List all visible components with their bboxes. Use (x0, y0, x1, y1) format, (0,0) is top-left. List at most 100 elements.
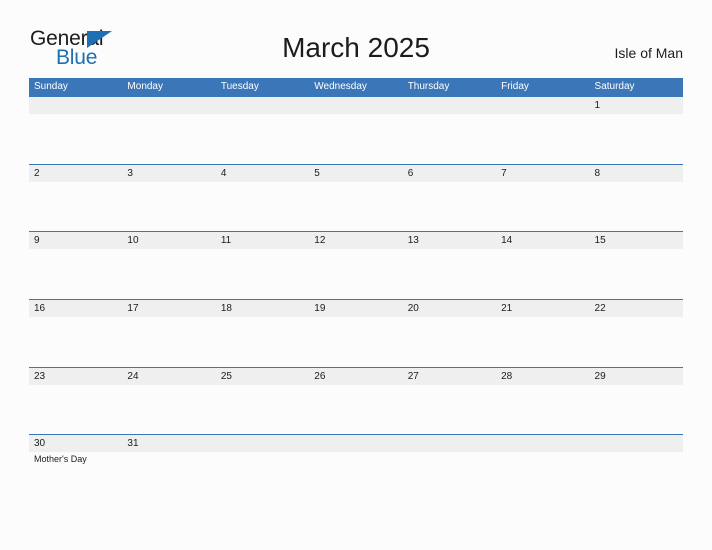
day-cell[interactable] (216, 97, 309, 164)
day-cell[interactable]: 9 (29, 232, 122, 299)
day-cell[interactable]: 2 (29, 165, 122, 232)
day-number (501, 97, 589, 114)
day-cell[interactable]: 27 (403, 368, 496, 435)
weekday-header-wednesday: Wednesday (314, 81, 367, 92)
weekday-header-tuesday: Tuesday (220, 81, 259, 92)
day-cell[interactable]: 22 (590, 300, 683, 367)
week-row: 16 17 18 19 20 21 22 (29, 299, 683, 367)
day-cell[interactable]: 10 (122, 232, 215, 299)
day-number: 25 (220, 370, 232, 382)
day-cell[interactable]: 30 Mother's Day (29, 435, 122, 502)
day-number: 26 (314, 370, 326, 382)
day-cell[interactable]: 20 (403, 300, 496, 367)
day-event: Mother's Day (34, 454, 87, 465)
calendar-grid: Sunday Monday Tuesday Wednesday Thursday… (29, 78, 683, 503)
day-number: 6 (407, 167, 414, 179)
day-cell[interactable]: 3 (122, 165, 215, 232)
day-cell[interactable]: 26 (309, 368, 402, 435)
day-number (314, 97, 402, 114)
day-cell[interactable]: 6 (403, 165, 496, 232)
day-cell[interactable]: 5 (309, 165, 402, 232)
day-number: 9 (34, 235, 40, 247)
day-number (314, 435, 402, 452)
day-number: 31 (127, 438, 139, 450)
day-cell[interactable] (496, 435, 589, 502)
day-number: 28 (501, 370, 513, 382)
day-number: 14 (501, 235, 513, 247)
day-number: 4 (220, 167, 227, 179)
day-number: 27 (407, 370, 419, 382)
week-row: 2 3 4 5 6 7 8 (29, 163, 683, 232)
day-cell[interactable]: 19 (309, 300, 402, 367)
day-number: 10 (127, 235, 139, 247)
day-number: 18 (220, 303, 232, 315)
day-cell[interactable]: 24 (122, 368, 215, 435)
day-number: 16 (34, 303, 46, 315)
day-number (501, 435, 589, 452)
day-cell[interactable]: 11 (216, 232, 309, 299)
day-number: 12 (314, 235, 326, 247)
day-number (34, 97, 122, 114)
weekday-header-friday: Friday (501, 81, 529, 92)
day-cell[interactable]: 21 (496, 300, 589, 367)
day-cell[interactable]: 18 (216, 300, 309, 367)
day-cell[interactable] (496, 97, 589, 164)
week-row: 30 Mother's Day 31 (29, 434, 683, 503)
day-cell[interactable] (122, 97, 215, 164)
day-cell[interactable]: 16 (29, 300, 122, 367)
day-cell[interactable]: 31 (122, 435, 215, 502)
day-number (221, 435, 309, 452)
day-cell[interactable] (403, 97, 496, 164)
locale-label: Isle of Man (614, 45, 683, 61)
day-cell[interactable]: 29 (590, 368, 683, 435)
day-cell[interactable] (309, 435, 402, 502)
day-cell[interactable]: 13 (403, 232, 496, 299)
day-number: 21 (501, 303, 513, 315)
day-cell[interactable]: 7 (496, 165, 589, 232)
day-number: 15 (594, 235, 606, 247)
day-number: 29 (594, 370, 606, 382)
day-cell[interactable]: 28 (496, 368, 589, 435)
day-number: 17 (127, 303, 139, 315)
day-number (221, 97, 309, 114)
weekday-header-monday: Monday (127, 81, 163, 92)
day-number: 24 (127, 370, 139, 382)
page-header: General Blue March 2025 Isle of Man (0, 0, 712, 76)
day-number: 23 (34, 370, 46, 382)
week-row: 23 24 25 26 27 28 29 (29, 366, 683, 435)
day-number: 19 (314, 303, 326, 315)
day-cell[interactable] (216, 435, 309, 502)
day-number: 1 (594, 100, 601, 111)
day-number: 2 (34, 167, 40, 179)
day-cell[interactable]: 12 (309, 232, 402, 299)
day-number: 5 (314, 167, 320, 179)
day-number: 3 (127, 167, 133, 179)
day-cell[interactable] (309, 97, 402, 164)
day-cell[interactable]: 4 (216, 165, 309, 232)
weekday-header-sunday: Sunday (34, 81, 68, 92)
week-row: 9 10 11 12 13 14 15 (29, 231, 683, 300)
day-cell[interactable]: 23 (29, 368, 122, 435)
day-number: 7 (501, 167, 507, 179)
day-number: 13 (407, 235, 419, 247)
day-number: 30 (34, 438, 46, 450)
day-cell[interactable]: 8 (590, 165, 683, 232)
day-number (408, 97, 496, 114)
day-number (595, 435, 683, 452)
day-cell[interactable]: 17 (122, 300, 215, 367)
day-cell[interactable]: 14 (496, 232, 589, 299)
day-number (408, 435, 496, 452)
day-number (127, 97, 215, 114)
day-cell[interactable] (29, 97, 122, 164)
day-cell[interactable]: 25 (216, 368, 309, 435)
day-cell[interactable] (403, 435, 496, 502)
day-cell[interactable] (590, 435, 683, 502)
calendar-page: General Blue March 2025 Isle of Man Sund… (0, 0, 712, 550)
weekday-header-thursday: Thursday (407, 81, 450, 92)
day-cell[interactable]: 15 (590, 232, 683, 299)
week-row: 1 (29, 96, 683, 164)
day-number: 11 (220, 235, 232, 247)
day-cell[interactable]: 1 (590, 97, 683, 164)
day-number: 20 (407, 303, 419, 315)
day-number: 22 (594, 303, 606, 315)
